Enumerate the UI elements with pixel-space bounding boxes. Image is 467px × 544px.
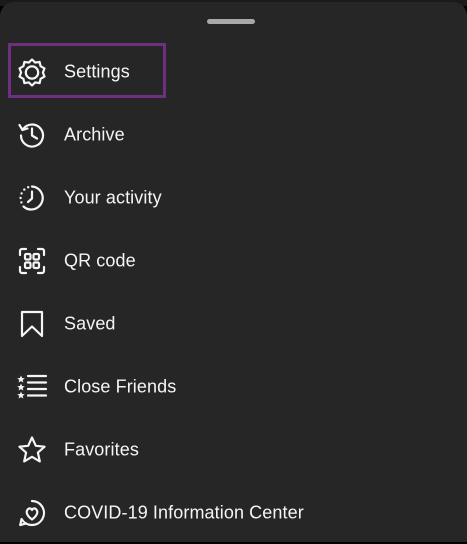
menu-item-label: QR code xyxy=(64,250,136,270)
close-friends-list-icon xyxy=(16,371,48,403)
menu-list: Settings Archive Your activity QR code S… xyxy=(0,40,467,544)
menu-item-favorites[interactable]: Favorites xyxy=(0,418,467,481)
menu-item-settings[interactable]: Settings xyxy=(0,40,467,103)
menu-item-label: Your activity xyxy=(64,187,162,207)
bookmark-icon xyxy=(16,308,48,340)
menu-item-your-activity[interactable]: Your activity xyxy=(0,166,467,229)
bottom-sheet-menu: Settings Archive Your activity QR code S… xyxy=(0,2,467,542)
menu-item-label: Settings xyxy=(64,61,130,81)
menu-item-label: Archive xyxy=(64,124,125,144)
menu-item-saved[interactable]: Saved xyxy=(0,292,467,355)
menu-item-covid-19-information-center[interactable]: COVID-19 Information Center xyxy=(0,481,467,544)
menu-item-qr-code[interactable]: QR code xyxy=(0,229,467,292)
drag-handle[interactable] xyxy=(207,19,255,24)
menu-item-label: COVID-19 Information Center xyxy=(64,502,304,522)
menu-item-close-friends[interactable]: Close Friends xyxy=(0,355,467,418)
menu-item-label: Saved xyxy=(64,313,116,333)
qr-code-icon xyxy=(16,245,48,277)
activity-clock-icon xyxy=(16,182,48,214)
archive-history-icon xyxy=(16,119,48,151)
menu-item-label: Close Friends xyxy=(64,376,177,396)
gear-icon xyxy=(16,56,48,88)
star-icon xyxy=(16,434,48,466)
heart-badge-icon xyxy=(16,497,48,529)
menu-item-archive[interactable]: Archive xyxy=(0,103,467,166)
menu-item-label: Favorites xyxy=(64,439,139,459)
